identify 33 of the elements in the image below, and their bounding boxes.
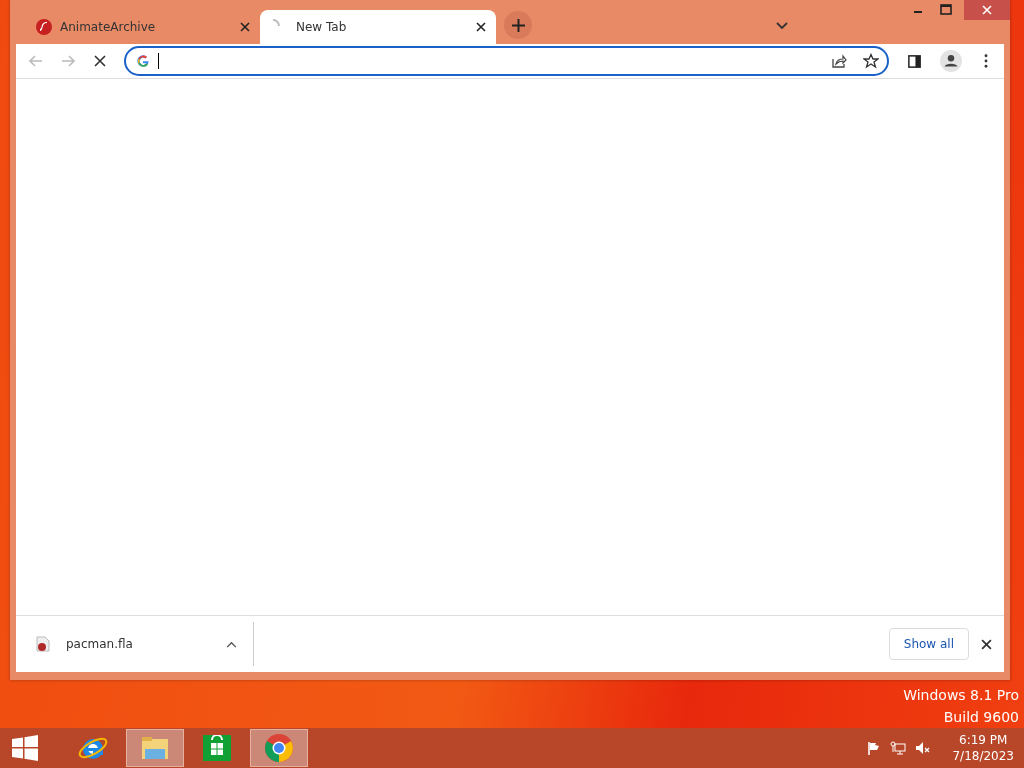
file-icon xyxy=(36,636,50,652)
browser-tab[interactable]: AnimateArchive xyxy=(24,10,260,44)
google-icon xyxy=(136,54,150,68)
show-all-button[interactable]: Show all xyxy=(888,628,969,660)
close-icon[interactable] xyxy=(981,638,992,650)
menu-icon[interactable] xyxy=(984,54,988,68)
clock-date: 7/18/2023 xyxy=(952,748,1014,764)
loading-icon xyxy=(272,19,280,27)
folder-icon xyxy=(142,737,168,759)
close-tab-icon[interactable] xyxy=(240,22,250,32)
os-version-text: Windows 8.1 Pro xyxy=(903,686,1019,705)
stop-icon[interactable] xyxy=(92,53,108,69)
new-tab-button[interactable] xyxy=(504,11,532,39)
chevron-down-icon[interactable] xyxy=(776,22,788,30)
network-icon[interactable] xyxy=(890,740,907,756)
star-icon[interactable] xyxy=(863,53,879,69)
download-item[interactable]: pacman.fla xyxy=(36,622,254,666)
share-icon[interactable] xyxy=(831,53,847,69)
chrome-button[interactable] xyxy=(250,729,308,767)
clock-time: 6:19 PM xyxy=(959,732,1008,748)
muted-speaker-icon[interactable] xyxy=(914,740,931,756)
flash-icon xyxy=(36,19,52,35)
address-bar[interactable] xyxy=(124,46,889,76)
chevron-up-icon[interactable] xyxy=(226,640,237,648)
chrome-icon xyxy=(265,734,293,762)
os-version-text: Build 9600 xyxy=(943,708,1019,727)
close-tab-icon[interactable] xyxy=(476,22,486,32)
start-button[interactable] xyxy=(12,735,38,761)
profile-icon[interactable] xyxy=(940,50,962,72)
store-icon xyxy=(203,735,231,761)
side-panel-icon[interactable] xyxy=(907,53,922,69)
plus-icon xyxy=(511,18,525,32)
browser-tab[interactable]: New Tab xyxy=(260,10,496,44)
